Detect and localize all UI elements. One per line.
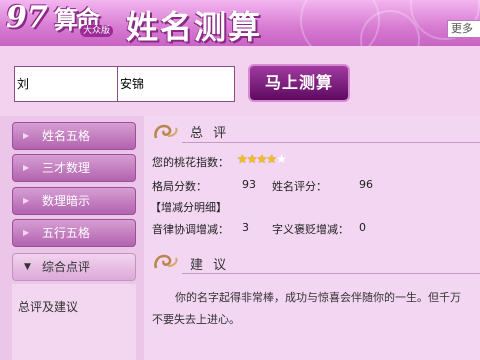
chevron-down-icon: ▼ (24, 262, 31, 272)
sound-adjust-value: 3 (242, 221, 249, 234)
sidebar-item-wuxing[interactable]: ▶ 五行五格 (12, 219, 136, 247)
cloud-swirl-icon (154, 124, 178, 139)
sidebar-item-shuli[interactable]: ▶ 数理暗示 (12, 187, 136, 215)
peach-rating-stars: ★★★★★ (237, 152, 287, 166)
advice-text-line1: 你的名字起得非常棒，成功与惊喜会伴随你的一生。但千万 (175, 291, 461, 304)
divider (182, 273, 480, 274)
calculate-button[interactable]: 马上测算 (248, 64, 350, 102)
sidebar-item-label: 综合点评 (42, 260, 91, 274)
sidebar-subpanel (12, 284, 136, 360)
name-score-label: 姓名评分： (272, 180, 327, 193)
logo-97[interactable]: 97 (6, 0, 48, 35)
star-empty-icon: ★ (276, 152, 287, 166)
star-filled-icon: ★ (246, 152, 258, 166)
logo-subtitle: 大众版 (80, 25, 114, 37)
pattern-score-label: 格局分数： (152, 180, 207, 193)
chevron-right-icon: ▶ (23, 131, 30, 140)
chevron-right-icon: ▶ (23, 196, 30, 205)
cloud-swirl-icon (154, 254, 178, 269)
sidebar-item-label: 五行五格 (42, 226, 91, 240)
surname-input[interactable]: 刘 (14, 66, 132, 102)
star-filled-icon: ★ (237, 152, 248, 166)
bonus-detail-title: 【增减分明细】 (150, 201, 227, 214)
givenname-input[interactable]: 安锦 (117, 66, 235, 102)
header-banner: 97 算命 大众版 姓名测算 更多 (0, 0, 480, 46)
meaning-adjust-value: 0 (359, 221, 366, 234)
sidebar-item-label: 数理暗示 (42, 194, 91, 208)
sound-adjust-label: 音律协调增减： (152, 223, 229, 236)
sidebar-link-summary[interactable]: 总评及建议 (18, 298, 78, 315)
pattern-score-value: 93 (242, 178, 256, 191)
sidebar-item-label: 姓名五格 (42, 129, 91, 143)
page-title: 姓名测算 (126, 8, 263, 46)
meaning-adjust-label: 字义褒贬增减： (272, 223, 349, 236)
star-filled-icon: ★ (266, 152, 277, 166)
advice-title: 建 议 (190, 258, 230, 273)
name-score-value: 96 (359, 178, 373, 191)
chevron-right-icon: ▶ (23, 163, 30, 172)
sidebar-item-label: 三才数理 (42, 161, 91, 175)
advice-text-line2: 不要失去上进心。 (152, 313, 240, 326)
chevron-right-icon: ▶ (23, 228, 30, 237)
star-filled-icon: ★ (256, 152, 268, 166)
sidebar-item-zonghe[interactable]: ▼ 综合点评 (12, 253, 136, 281)
more-button[interactable]: 更多 (447, 20, 480, 38)
sidebar-item-wuge[interactable]: ▶ 姓名五格 (12, 122, 136, 150)
sidebar-item-sancai[interactable]: ▶ 三才数理 (12, 154, 136, 182)
divider (182, 142, 480, 143)
peach-index-label: 您的桃花指数： (152, 156, 229, 169)
summary-title: 总 评 (190, 126, 230, 141)
